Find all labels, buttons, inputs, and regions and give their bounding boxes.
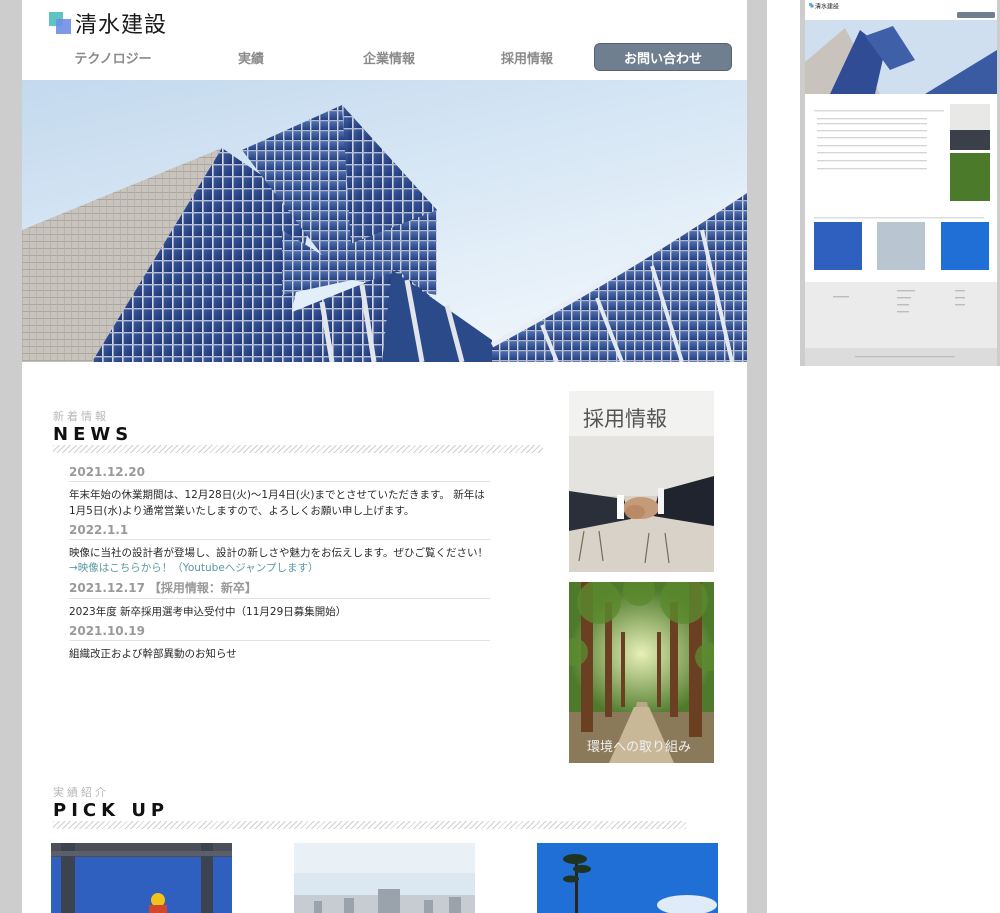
news-item: 2021.10.19 組織改正および幹部異動のお知らせ <box>69 624 490 662</box>
news-body: 映像に当社の設計者が登場し、設計の新しさや魅力をお伝えします。ぜひご覧ください！… <box>69 545 490 575</box>
logo-mark-icon <box>49 12 71 34</box>
logo-text: 清水建設 <box>75 13 168 38</box>
news-item: 2021.12.17 【採用情報：新卒】 2023年度 新卒採用選考申込受付中（1… <box>69 579 490 620</box>
recruit-banner[interactable]: 採用情報 <box>569 391 714 572</box>
news-title: NEWS <box>53 424 134 445</box>
nav-item-works[interactable]: 実績 <box>182 48 320 67</box>
pickup-divider <box>53 821 686 829</box>
pickup-title: PICK UP <box>53 800 170 821</box>
site-logo[interactable]: 清水建設 <box>49 10 168 38</box>
pine-tree-image <box>537 843 718 913</box>
news-date: 2022.1.1 <box>69 523 490 540</box>
news-tag: 【採用情報：新卒】 <box>148 581 257 595</box>
news-date: 2021.12.17 【採用情報：新卒】 <box>69 579 490 599</box>
preview-logo-text: 清水建設 <box>815 3 839 11</box>
gap <box>767 0 800 913</box>
recruit-banner-label: 採用情報 <box>583 407 667 431</box>
news-date: 2021.10.19 <box>69 624 490 641</box>
city-skyline-image <box>294 843 475 913</box>
pickup-subtitle: 実績紹介 <box>53 786 109 799</box>
news-body: 組織改正および幹部異動のお知らせ <box>69 648 237 660</box>
news-divider <box>53 445 543 453</box>
page-gutter-left <box>0 0 22 913</box>
page-gutter-right <box>747 0 767 913</box>
pickup-card[interactable] <box>294 843 475 913</box>
youtube-video-link[interactable]: →映像はこちらから！（Youtubeへジャンプします） <box>69 561 490 575</box>
news-date-text: 2021.12.17 <box>69 581 145 595</box>
pickup-card[interactable] <box>537 843 718 913</box>
news-subtitle: 新着情報 <box>53 410 109 423</box>
pickup-card[interactable] <box>51 843 232 913</box>
news-date-text: 2021.10.19 <box>69 624 145 638</box>
news-body: 年末年始の休業期間は、12月28日(火)〜1月4日(火)までとさせていただきます… <box>69 489 485 517</box>
page-preview-thumbnail: 清水建設 <box>800 0 1000 366</box>
news-date-text: 2022.1.1 <box>69 523 129 537</box>
news-date-text: 2021.12.20 <box>69 465 145 479</box>
news-body-text: 映像に当社の設計者が登場し、設計の新しさや魅力をお伝えします。ぜひご覧ください！ <box>69 547 488 559</box>
news-item: 2021.12.20 年末年始の休業期間は、12月28日(火)〜1月4日(火)ま… <box>69 465 490 519</box>
nav-item-recruit[interactable]: 採用情報 <box>458 48 596 67</box>
news-body: 2023年度 新卒採用選考申込受付中（11月29日募集開始） <box>69 606 347 618</box>
hero-image <box>22 80 747 362</box>
news-list: 2021.12.20 年末年始の休業期間は、12月28日(火)〜1月4日(火)ま… <box>69 465 490 666</box>
preview-page: 清水建設 <box>805 0 997 366</box>
nav-item-company[interactable]: 企業情報 <box>320 48 458 67</box>
contact-button[interactable]: お問い合わせ <box>594 43 732 71</box>
environment-banner[interactable]: 環境への取り組み <box>569 582 714 763</box>
news-item: 2022.1.1 映像に当社の設計者が登場し、設計の新しさや魅力をお伝えします。… <box>69 523 490 575</box>
pickup-section-header: 実績紹介 PICK UP <box>53 784 686 829</box>
global-nav: テクノロジー 実績 企業情報 採用情報 お問い合わせ <box>44 43 734 71</box>
news-section-header: 新着情報 NEWS <box>53 408 543 453</box>
news-date: 2021.12.20 <box>69 465 490 482</box>
construction-worker-image <box>51 843 232 913</box>
nav-item-technology[interactable]: テクノロジー <box>44 48 182 67</box>
main-page: 清水建設 テクノロジー 実績 企業情報 採用情報 お問い合わせ 新着情報 NEW… <box>22 0 747 913</box>
environment-banner-label: 環境への取り組み <box>587 740 692 755</box>
